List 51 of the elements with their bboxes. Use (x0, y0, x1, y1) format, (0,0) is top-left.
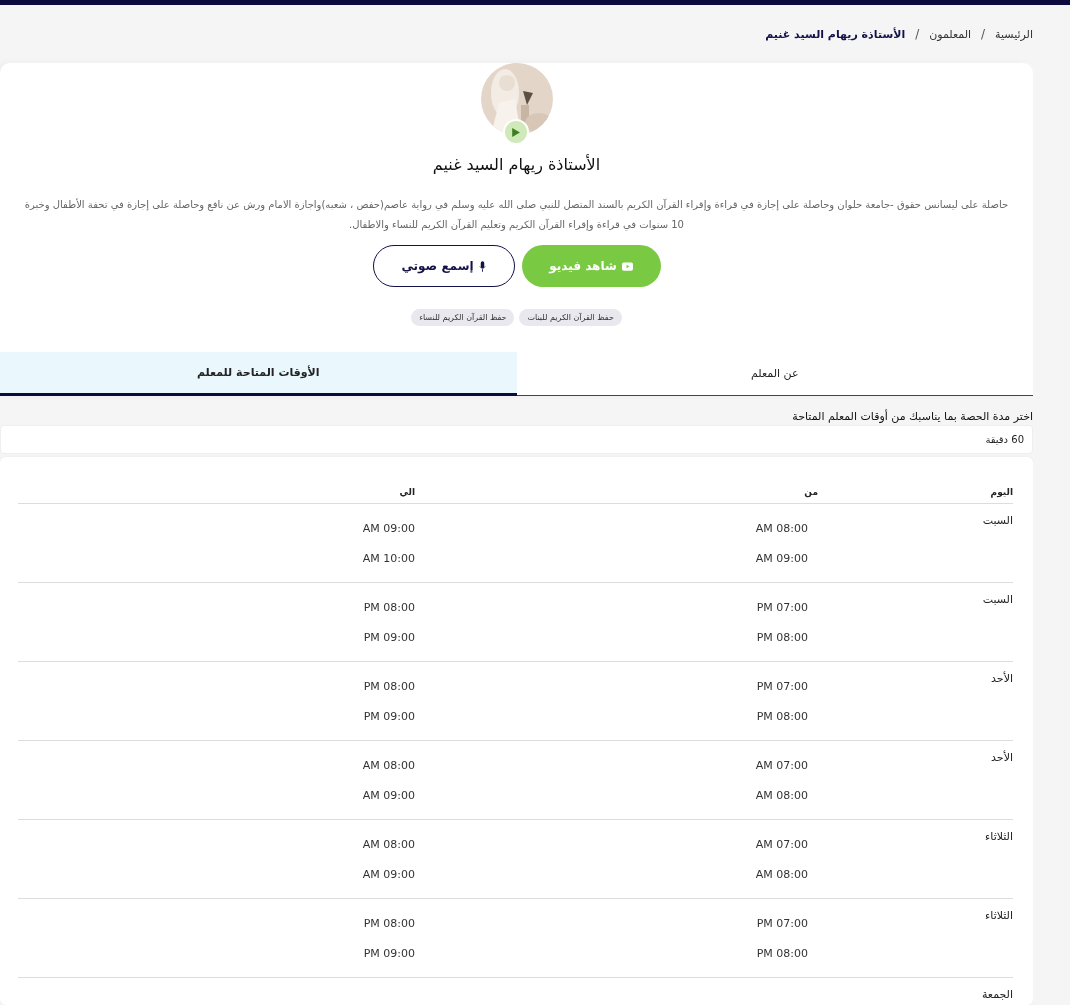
current-page-label: الأستاذة ريهام السيد غنيم (765, 27, 906, 41)
time-cell-text: AM 08:00 (754, 867, 808, 883)
play-icon (510, 126, 521, 138)
time-cell-text: PM 08:00 (362, 600, 415, 616)
breadcrumb-link[interactable]: المعلمون (929, 27, 972, 41)
teacher-bio: حاصلة على ليسانس حقوق -جامعة حلوان وحاصلة على إجازة في قراءة وإقراء القرآن الكريم بالسند المتصل للنبي صلى الله عليه وسلم في رواية عاصم(حفص ، شعبه)واجازة الامام ورش عن نافع وحاصلة على إجازة في تحفة الأطفال وخبرة 10 سنوات في قراءة وإقراء القرآن الكريم وتعليم القرآن الكريم للنساء والاطفال. (23, 197, 1010, 233)
tab[interactable]: الأوقات المتاحة للمعلم (0, 352, 517, 396)
time-cell-text: AM 08:00 (754, 521, 808, 537)
time-cell-text: PM 09:00 (362, 630, 415, 646)
column-header: اليوم (818, 481, 1013, 504)
day-cell: الجمعة (981, 988, 1013, 1001)
day-cell: الثلاثاء (985, 909, 1013, 922)
time-cell-text: PM 07:00 (755, 679, 808, 695)
time-cell-text: AM 08:00 (361, 758, 415, 774)
time-cell-text: PM 08:00 (755, 630, 808, 646)
column-header: الي (18, 481, 415, 504)
day-cell: السبت (982, 593, 1013, 606)
video-icon (621, 261, 633, 271)
time-cell-text: PM 09:00 (362, 709, 415, 725)
day-cell: السبت (982, 514, 1013, 527)
time-cell-text: AM 09:00 (361, 521, 415, 537)
time-cell-text: AM 09:00 (754, 551, 808, 567)
time-cell-text: AM 08:00 (361, 837, 415, 853)
column-header: من (415, 481, 818, 504)
time-cell-text: PM 08:00 (362, 916, 415, 932)
teacher-name: الأستاذة ريهام السيد غنيم (432, 155, 601, 174)
time-cell-text: AM 07:00 (754, 837, 808, 853)
day-cell: الأحد (991, 751, 1013, 764)
time-cell-text: PM 09:00 (362, 946, 415, 962)
duration-select[interactable]: 60 دقيقة (0, 425, 1033, 454)
duration-label: اختر مدة الحصة بما يناسبك من أوقات المعلم المتاحة (791, 410, 1033, 423)
microphone-icon (478, 260, 486, 272)
breadcrumb-separator: / (981, 27, 986, 41)
day-cell: الثلاثاء (985, 830, 1013, 843)
time-cell-text: AM 10:00 (361, 551, 415, 567)
listen-audio-button[interactable]: إسمع صوتي (372, 245, 515, 287)
time-cell-text: PM 08:00 (362, 679, 415, 695)
subject-tag: حفظ القرآن الكريم للبنات (519, 309, 622, 326)
breadcrumb-separator: / (915, 27, 920, 41)
time-cell-text: AM 09:00 (361, 867, 415, 883)
time-cell-text: AM 08:00 (754, 788, 808, 804)
subject-tag: حفظ القرآن الكريم للنساء (411, 309, 515, 326)
day-cell: الأحد (991, 672, 1013, 685)
time-cell-text: PM 08:00 (755, 709, 808, 725)
time-cell-text: PM 08:00 (755, 946, 808, 962)
breadcrumb-link[interactable]: الرئيسية (995, 27, 1033, 41)
play-button[interactable] (502, 119, 529, 145)
time-cell-text: AM 09:00 (361, 788, 415, 804)
time-cell-text: PM 07:00 (755, 916, 808, 932)
time-cell-text: AM 07:00 (754, 758, 808, 774)
time-cell-text: PM 07:00 (755, 600, 808, 616)
